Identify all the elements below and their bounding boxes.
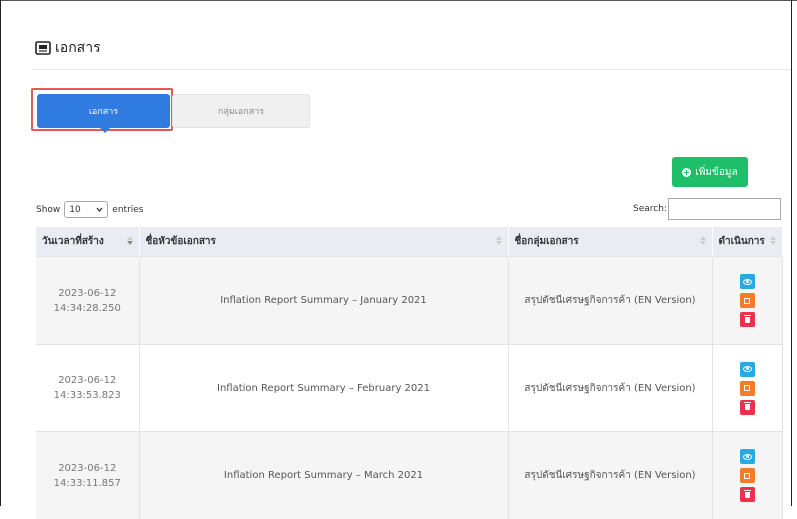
edit-icon [744,473,750,479]
actions-cell [712,257,782,345]
sort-icon [770,236,776,245]
add-data-button[interactable]: เพิ่มข้อมูล [672,157,748,187]
table-header-row: วันเวลาที่สร้าง ชื่อหัวข้อเอกสาร ชื่อกลุ… [36,227,782,257]
column-header-created-label: วันเวลาที่สร้าง [42,236,104,247]
show-label: Show [36,205,60,215]
entries-suffix: entries [112,205,143,215]
group-cell: สรุปดัชนีเศรษฐกิจการค้า (EN Version) [508,257,712,345]
documents-table: วันเวลาที่สร้าง ชื่อหัวข้อเอกสาร ชื่อกลุ… [36,227,783,519]
edit-button[interactable] [740,293,755,308]
eye-icon [743,454,752,460]
entries-select[interactable]: 10 [64,201,108,218]
tab-documents-label: เอกสาร [89,104,118,118]
search-input[interactable] [668,198,781,220]
column-header-group-label: ชื่อกลุ่มเอกสาร [515,236,579,247]
created-cell: 2023-06-12 14:34:28.250 [36,257,139,345]
window-right-border [791,0,792,506]
column-header-title[interactable]: ชื่อหัวข้อเอกสาร [139,227,508,257]
entries-control: Show 10 entries [36,200,144,219]
edit-icon [744,298,750,304]
created-date: 2023-06-12 [37,461,138,476]
edit-icon [744,385,750,391]
tab-document-groups-label: กลุ่มเอกสาร [218,104,264,118]
table-row: 2023-06-12 14:34:28.250 Inflation Report… [36,257,782,345]
trash-icon [745,317,750,323]
actions-cell [712,345,782,432]
search-label: Search: [633,204,667,214]
column-header-group[interactable]: ชื่อกลุ่มเอกสาร [508,227,712,257]
tab-document-groups[interactable]: กลุ่มเอกสาร [172,94,310,128]
trash-icon [745,404,750,410]
group-cell: สรุปดัชนีเศรษฐกิจการค้า (EN Version) [508,345,712,432]
column-header-actions-label: ดำเนินการ [719,236,765,247]
chevron-down-icon [96,207,103,212]
window-top-border [0,0,797,1]
page-title: เอกสาร [55,37,101,59]
created-time: 14:33:53.823 [37,388,138,403]
view-button[interactable] [740,362,755,377]
eye-icon [743,279,752,285]
tab-documents[interactable]: เอกสาร [37,94,170,128]
created-time: 14:34:28.250 [37,301,138,316]
delete-button[interactable] [740,312,755,327]
column-header-title-label: ชื่อหัวข้อเอกสาร [146,236,216,247]
sort-icon [496,236,502,245]
add-data-label: เพิ่มข้อมูล [695,165,737,180]
created-date: 2023-06-12 [37,286,138,301]
sort-icon [700,236,706,245]
delete-button[interactable] [740,400,755,415]
entries-value: 10 [69,205,80,215]
delete-button[interactable] [740,487,755,502]
created-cell: 2023-06-12 14:33:53.823 [36,345,139,432]
plus-circle-icon [682,168,691,177]
header-divider [32,69,791,70]
column-header-actions[interactable]: ดำเนินการ [712,227,782,257]
active-tab-caret [100,128,110,133]
created-time: 14:33:11.857 [37,476,138,491]
table-row: 2023-06-12 14:33:53.823 Inflation Report… [36,345,782,432]
created-date: 2023-06-12 [37,373,138,388]
edit-button[interactable] [740,381,755,396]
trash-icon [745,492,750,498]
view-button[interactable] [740,449,755,464]
sort-desc-icon [127,236,133,245]
window-left-border [0,0,1,506]
page-header: เอกสาร [35,38,101,58]
document-image-icon [35,41,51,55]
edit-button[interactable] [740,468,755,483]
title-cell: Inflation Report Summary – February 2021 [139,345,508,432]
column-header-created[interactable]: วันเวลาที่สร้าง [36,227,139,257]
eye-icon [743,366,752,372]
view-button[interactable] [740,274,755,289]
title-cell: Inflation Report Summary – January 2021 [139,257,508,345]
